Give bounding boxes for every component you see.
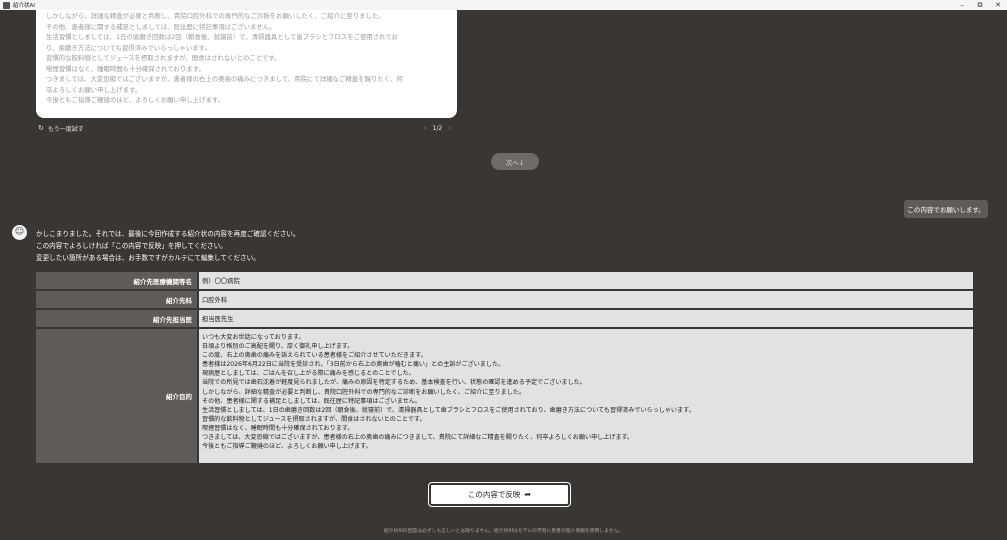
chevron-left-icon[interactable]: ‹ bbox=[424, 124, 427, 132]
purpose-line: 当院での所見では歯石沈着が軽度見られましたが、痛みの原因を特定するため、基本検査… bbox=[202, 379, 586, 387]
bot-message: かしこまりました。それでは、最後に今回作成する紹介状の内容を再度ご確認ください。… bbox=[36, 228, 300, 265]
purpose-line: 日頃より格別のご高配を賜り、厚く御礼申し上げます。 bbox=[202, 343, 354, 351]
table-row: 紹介先担当医 担当医先生 bbox=[36, 310, 973, 327]
table-row: 紹介先医療機関等名 例）〇〇病院 bbox=[36, 272, 973, 289]
minimize-icon[interactable]: – bbox=[953, 0, 971, 10]
purpose-line: 患者様は2026年6月22日に当院を受診され、「3日前から右上の奥歯が噛むと痛い… bbox=[202, 361, 505, 369]
disclaimer-text: 紹介状AIの回答は必ずしも正しいとは限りません。紹介状AIはモデルの学習に患者の… bbox=[383, 529, 624, 534]
purpose-line: 習慣的な飲料物としてジュースを摂取されますが、間食はされないとのことです。 bbox=[202, 415, 426, 423]
next-button[interactable]: 次へ↓ bbox=[491, 153, 539, 170]
previous-answer-footer: ↻ もう一度試す ‹ 1/2 › bbox=[36, 122, 457, 134]
row-value: 例）〇〇病院 bbox=[199, 272, 973, 289]
robot-icon: ☺ bbox=[12, 225, 27, 240]
bot-message-line: この内容でよろしければ「この内容で反映」を押してください。 bbox=[36, 242, 227, 251]
row-value: 口腔外科 bbox=[199, 291, 973, 308]
apply-button[interactable]: この内容で反映 ➦ bbox=[428, 482, 571, 507]
previous-answer-line: 今後ともご指導ご鞭撻のほど、よろしくお願い申し上げます。 bbox=[46, 96, 224, 104]
table-row: 紹介先科 口腔外科 bbox=[36, 291, 973, 308]
previous-answer-line: 喫煙習慣はなく、睡眠時間も十分確保されております。 bbox=[46, 64, 205, 73]
app-logo-icon bbox=[3, 1, 10, 9]
row-label: 紹介先担当医 bbox=[36, 310, 197, 327]
previous-answer-line: その他、患者様に関する補足としましては、既往歴に特記事項はございません。 bbox=[46, 22, 276, 31]
purpose-line: 生活習慣としましては、1日の歯磨き回数は2回（朝食後、就寝前）で、清掃器具として… bbox=[202, 406, 695, 414]
window-title: 紹介状AI bbox=[13, 3, 35, 9]
refresh-icon[interactable]: ↻ bbox=[38, 124, 44, 132]
pager-label: 1/2 bbox=[432, 124, 443, 132]
previous-answer-line: り、歯磨き方法についても習得済みでいらっしゃいます。 bbox=[46, 43, 211, 52]
answer-pager: ‹ 1/2 › bbox=[418, 122, 457, 134]
title-bar: 紹介状AI – ⧉ ✕ bbox=[0, 0, 1007, 10]
referral-table: 紹介先医療機関等名 例）〇〇病院 紹介先科 口腔外科 紹介先担当医 担当医先生 … bbox=[36, 272, 973, 465]
previous-answer-line: つきましては、大変恐縮ではございますが、患者様の右上の奥歯の痛みにつきまして、貴… bbox=[46, 75, 403, 83]
purpose-line: その他、患者様に関する補足としましては、既往歴に特記事項はございません。 bbox=[202, 397, 421, 405]
purpose-line: この度、右上の奥歯の痛みを訴えられている患者様をご紹介させていただきます。 bbox=[202, 352, 427, 360]
window-controls: – ⧉ ✕ bbox=[953, 0, 1007, 10]
bot-message-line: かしこまりました。それでは、最後に今回作成する紹介状の内容を再度ご確認ください。 bbox=[36, 230, 300, 238]
table-row: 紹介目的 いつも大変お世話になっております。 日頃より格別のご高配を賜り、厚く御… bbox=[36, 329, 973, 463]
chevron-right-icon[interactable]: › bbox=[448, 124, 451, 132]
purpose-line: 今後ともご指導ご鞭撻のほど、よろしくお願い申し上げます。 bbox=[202, 443, 372, 451]
previous-answer-line: 生活習慣としましては、1日の歯磨き回数は2回（朝食後、就寝前）で、清掃器具として… bbox=[46, 33, 398, 41]
purpose-line: しかしながら、詳細な精査が必要と判断し、貴院口腔外科での専門的なご診断をお願いし… bbox=[202, 388, 525, 396]
bot-message-line: 変更したい箇所がある場合は、お手数ですがカルテにて編集してください。 bbox=[36, 254, 260, 263]
previous-answer-card: しかしながら、詳細な精査が必要と判断し、貴院口腔外科での専門的なご診断をお願いし… bbox=[36, 10, 457, 118]
purpose-text: いつも大変お世話になっております。 日頃より格別のご高配を賜り、厚く御礼申し上げ… bbox=[199, 329, 973, 463]
retry-button[interactable]: もう一度試す bbox=[48, 124, 84, 133]
purpose-line: 現病歴としましては、ごはんを召し上がる際に痛みを感じるとのことでした。 bbox=[202, 370, 415, 378]
previous-answer-line: 習慣的な飲料物としてジュースを摂取されますが、間食はされないとのことです。 bbox=[46, 54, 281, 62]
purpose-line: いつも大変お世話になっております。 bbox=[202, 334, 305, 341]
row-value: 担当医先生 bbox=[199, 310, 973, 327]
share-arrow-icon: ➦ bbox=[524, 490, 532, 499]
user-message-bubble: この内容でお願いします。 bbox=[904, 200, 988, 218]
previous-answer-line: 卒よろしくお願い申し上げます。 bbox=[46, 85, 142, 94]
purpose-line: 喫煙習慣はなく、睡眠時間も十分確保されております。 bbox=[202, 424, 354, 432]
previous-answer-line: しかしながら、詳細な精査が必要と判断し、貴院口腔外科での専門的なご診断をお願いし… bbox=[46, 12, 385, 20]
restore-icon[interactable]: ⧉ bbox=[971, 0, 989, 10]
row-label: 紹介先科 bbox=[36, 291, 197, 308]
row-label: 紹介先医療機関等名 bbox=[36, 272, 197, 289]
row-label: 紹介目的 bbox=[36, 329, 197, 463]
purpose-line: つきましては、大変恐縮ではございますが、患者様の右上の奥歯の痛みにつきまして、貴… bbox=[202, 434, 634, 442]
close-icon[interactable]: ✕ bbox=[989, 0, 1007, 10]
apply-button-label: この内容で反映 bbox=[467, 490, 521, 499]
